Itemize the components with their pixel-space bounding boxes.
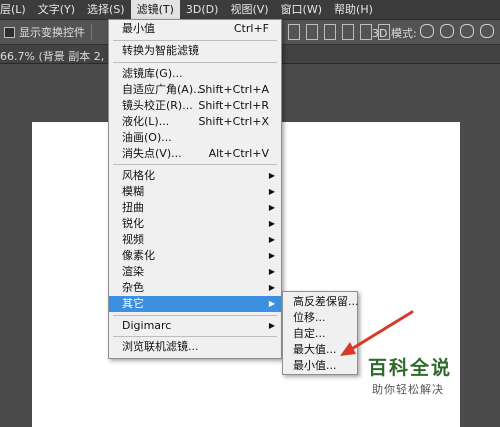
menu-item-label: 浏览联机滤镜... bbox=[122, 340, 199, 353]
align-right-icon[interactable] bbox=[324, 24, 336, 40]
menu-item-shortcut: Ctrl+F bbox=[233, 22, 269, 35]
menu-item-label: 模糊 bbox=[122, 185, 144, 198]
menu-item-shortcut: Shift+Ctrl+X bbox=[198, 115, 269, 128]
menu-divider bbox=[113, 315, 277, 316]
menu-item-label: 液化(L)... bbox=[122, 115, 170, 128]
menu-item-label: 最小值 bbox=[122, 22, 155, 35]
submenu-item-minimum[interactable]: 最小值... bbox=[293, 358, 337, 374]
menu-3d[interactable]: 3D(D) bbox=[180, 0, 225, 19]
menu-view[interactable]: 视图(V) bbox=[224, 0, 274, 19]
submenu-arrow-icon: ▶ bbox=[268, 283, 275, 292]
menu-item-pixelate[interactable]: 像素化 ▶ bbox=[109, 248, 281, 264]
menu-item-digimarc[interactable]: Digimarc ▶ bbox=[109, 318, 281, 334]
slide-3d-icon[interactable] bbox=[480, 24, 494, 38]
menu-help[interactable]: 帮助(H) bbox=[328, 0, 379, 19]
menu-item-render[interactable]: 渲染 ▶ bbox=[109, 264, 281, 280]
menu-bar: 层(L) 文字(Y) 选择(S) 滤镜(T) 3D(D) 视图(V) 窗口(W)… bbox=[0, 0, 500, 20]
menu-item-filter-gallery[interactable]: 滤镜库(G)... bbox=[109, 66, 281, 82]
menu-item-label: 杂色 bbox=[122, 281, 144, 294]
menu-divider bbox=[113, 336, 277, 337]
menu-item-stylize[interactable]: 风格化 ▶ bbox=[109, 168, 281, 184]
menu-layer[interactable]: 层(L) bbox=[0, 0, 32, 19]
menu-item-video[interactable]: 视频 ▶ bbox=[109, 232, 281, 248]
roll-3d-icon[interactable] bbox=[440, 24, 454, 38]
3d-mode-icons bbox=[420, 24, 500, 38]
menu-item-blur[interactable]: 模糊 ▶ bbox=[109, 184, 281, 200]
menu-item-liquify[interactable]: 液化(L)... Shift+Ctrl+X bbox=[109, 114, 281, 130]
submenu-arrow-icon: ▶ bbox=[268, 251, 275, 260]
watermark-subtitle: 助你轻松解决 bbox=[372, 383, 444, 396]
other-submenu: 高反差保留... 位移... 自定... 最大值... 最小值... bbox=[282, 291, 359, 375]
submenu-arrow-icon: ▶ bbox=[268, 321, 275, 330]
menu-item-sharpen[interactable]: 锐化 ▶ bbox=[109, 216, 281, 232]
submenu-arrow-icon: ▶ bbox=[268, 187, 275, 196]
menu-item-shortcut: Alt+Ctrl+V bbox=[208, 147, 269, 160]
submenu-arrow-icon: ▶ bbox=[268, 219, 275, 228]
menu-item-label: 渲染 bbox=[122, 265, 144, 278]
drag-3d-icon[interactable] bbox=[460, 24, 474, 38]
menu-divider bbox=[113, 62, 277, 63]
divider bbox=[91, 24, 92, 40]
distribute-center-icon[interactable] bbox=[360, 24, 372, 40]
submenu-arrow-icon: ▶ bbox=[268, 203, 275, 212]
submenu-arrow-icon: ▶ bbox=[268, 235, 275, 244]
show-transform-label: 显示变换控件 bbox=[19, 26, 85, 39]
menu-item-last-filter[interactable]: 最小值 Ctrl+F bbox=[109, 21, 281, 37]
submenu-arrow-icon: ▶ bbox=[268, 267, 275, 276]
menu-item-oil-paint[interactable]: 油画(O)... bbox=[109, 130, 281, 146]
menu-item-vanishing-point[interactable]: 消失点(V)... Alt+Ctrl+V bbox=[109, 146, 281, 162]
menu-item-label: 风格化 bbox=[122, 169, 155, 182]
menu-item-label: 镜头校正(R)... bbox=[122, 99, 193, 112]
menu-item-label: 锐化 bbox=[122, 217, 144, 230]
menu-item-distort[interactable]: 扭曲 ▶ bbox=[109, 200, 281, 216]
align-left-icon[interactable] bbox=[288, 24, 300, 40]
submenu-arrow-icon: ▶ bbox=[268, 171, 275, 180]
menu-item-shortcut: Shift+Ctrl+R bbox=[198, 99, 269, 112]
menu-item-lens-correction[interactable]: 镜头校正(R)... Shift+Ctrl+R bbox=[109, 98, 281, 114]
menu-filter[interactable]: 滤镜(T) bbox=[130, 0, 180, 19]
menu-item-label: 视频 bbox=[122, 233, 144, 246]
menu-item-convert-smart-filter[interactable]: 转换为智能滤镜 bbox=[109, 43, 281, 59]
filter-menu: 最小值 Ctrl+F 转换为智能滤镜 滤镜库(G)... 自适应广角(A)...… bbox=[108, 19, 282, 359]
menu-item-label: 转换为智能滤镜 bbox=[122, 44, 199, 57]
align-center-icon[interactable] bbox=[306, 24, 318, 40]
distribute-icon[interactable] bbox=[342, 24, 354, 40]
rotate-3d-icon[interactable] bbox=[420, 24, 434, 38]
menu-item-adaptive-wide-angle[interactable]: 自适应广角(A)... Shift+Ctrl+A bbox=[109, 82, 281, 98]
menu-item-browse-online[interactable]: 浏览联机滤镜... bbox=[109, 339, 281, 355]
submenu-item-custom[interactable]: 自定... bbox=[293, 326, 326, 342]
submenu-item-offset[interactable]: 位移... bbox=[293, 310, 326, 326]
menu-item-label: 自适应广角(A)... bbox=[122, 83, 204, 96]
menu-divider bbox=[113, 40, 277, 41]
watermark-logo: 百科全说 助你轻松解决 bbox=[352, 353, 472, 401]
menu-item-label: Digimarc bbox=[122, 319, 172, 332]
menu-item-label: 像素化 bbox=[122, 249, 155, 262]
menu-item-label: 油画(O)... bbox=[122, 131, 172, 144]
menu-window[interactable]: 窗口(W) bbox=[275, 0, 328, 19]
menu-item-label: 扭曲 bbox=[122, 201, 144, 214]
submenu-item-maximum[interactable]: 最大值... bbox=[293, 342, 337, 358]
3d-mode-label: 3D 模式: bbox=[372, 27, 417, 40]
menu-item-label: 滤镜库(G)... bbox=[122, 67, 183, 80]
menu-item-other[interactable]: 其它 ▶ bbox=[109, 296, 281, 312]
submenu-arrow-icon: ▶ bbox=[268, 299, 275, 308]
submenu-item-high-pass[interactable]: 高反差保留... bbox=[293, 294, 359, 310]
menu-item-shortcut: Shift+Ctrl+A bbox=[198, 83, 269, 96]
menu-item-label: 消失点(V)... bbox=[122, 147, 182, 160]
menu-select[interactable]: 选择(S) bbox=[81, 0, 131, 19]
menu-divider bbox=[113, 164, 277, 165]
menu-item-noise[interactable]: 杂色 ▶ bbox=[109, 280, 281, 296]
show-transform-checkbox[interactable] bbox=[4, 26, 15, 38]
menu-item-label: 其它 bbox=[122, 297, 144, 310]
watermark-title: 百科全说 bbox=[368, 357, 453, 379]
menu-type[interactable]: 文字(Y) bbox=[32, 0, 81, 19]
